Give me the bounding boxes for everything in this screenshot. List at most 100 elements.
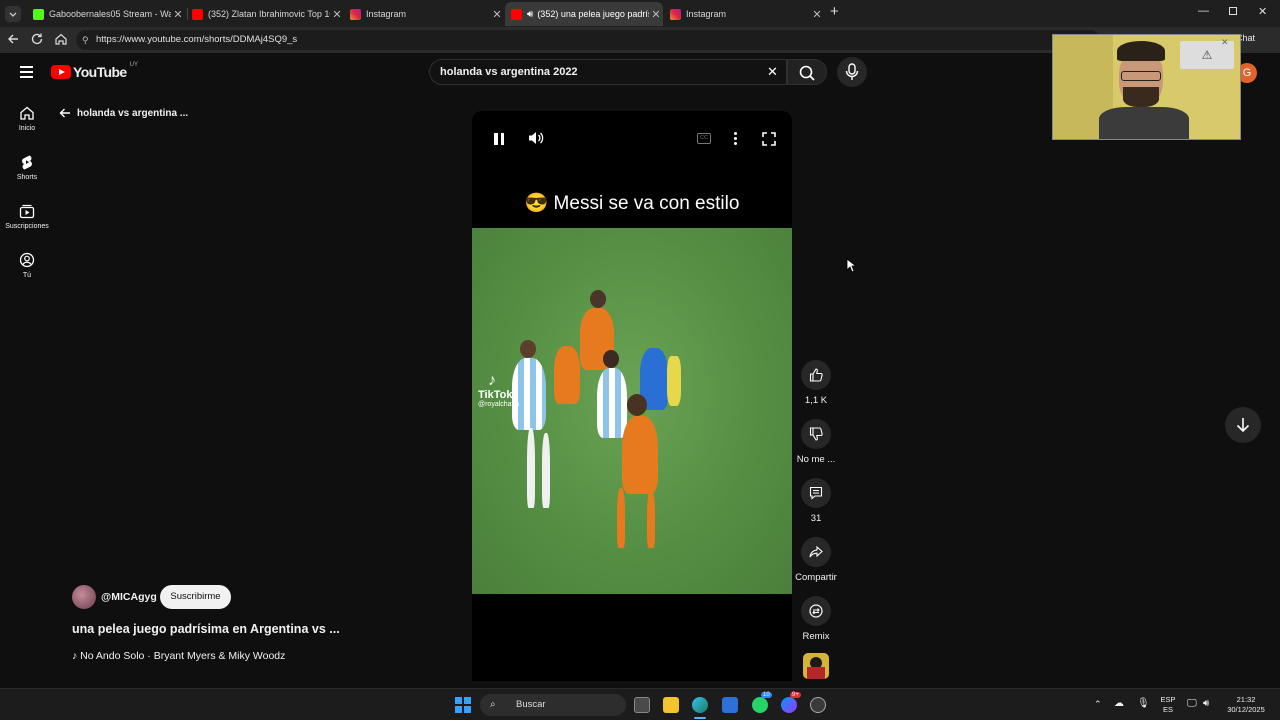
- home-browser-icon[interactable]: [54, 32, 68, 51]
- sound-text: No Ando Solo · Bryant Myers & Miky Woodz: [80, 650, 286, 662]
- close-tab-icon[interactable]: ✕: [490, 8, 504, 21]
- thumbs-down-icon: [809, 427, 823, 441]
- browser-tab-3[interactable]: Instagram ✕: [344, 2, 504, 26]
- channel-avatar[interactable]: [72, 585, 96, 609]
- share-icon: [809, 545, 823, 558]
- taskbar-search-input[interactable]: ⌕ Buscar: [480, 694, 626, 716]
- pause-icon[interactable]: [494, 133, 504, 145]
- windows-start-icon[interactable]: [455, 697, 471, 713]
- site-info-icon[interactable]: ⚲: [82, 30, 89, 50]
- home-icon: [20, 106, 34, 120]
- task-view-icon[interactable]: [634, 697, 650, 713]
- dislike-button[interactable]: No me ...: [794, 419, 838, 465]
- close-tab-icon[interactable]: ✕: [810, 8, 824, 21]
- browser-tab-1[interactable]: Gaboobernales05 Stream - Watch ✕: [27, 2, 185, 26]
- close-window-icon[interactable]: ✕: [1258, 5, 1267, 18]
- close-tab-icon[interactable]: ✕: [171, 8, 185, 21]
- player-figure: [597, 368, 627, 438]
- search-input[interactable]: holanda vs argentina 2022 ✕: [429, 59, 787, 85]
- share-label: Compartir: [795, 572, 837, 583]
- whatsapp-icon[interactable]: [752, 697, 768, 713]
- minimize-window-icon[interactable]: —: [1198, 5, 1209, 17]
- subscribe-button[interactable]: Suscribirme: [160, 585, 231, 609]
- network-tray-icon[interactable]: 🖵︎: [1187, 699, 1197, 709]
- hamburger-menu-icon[interactable]: [20, 66, 33, 78]
- new-tab-icon[interactable]: +: [830, 3, 839, 20]
- more-options-icon[interactable]: [734, 132, 738, 145]
- music-note-icon: ♪: [72, 650, 81, 662]
- youtube-logo[interactable]: YouTube UY: [51, 62, 138, 80]
- clock[interactable]: 21:32 30/12/2025: [1222, 695, 1270, 715]
- sidebar-label: Shorts: [16, 174, 38, 181]
- edge-browser-icon[interactable]: [692, 697, 708, 713]
- shorts-video-player[interactable]: CC 😎 Messi se va con estilo ♪ TikTok @ro…: [472, 111, 792, 681]
- onedrive-tray-icon[interactable]: ☁: [1114, 699, 1124, 709]
- language-indicator[interactable]: ESP ES: [1158, 695, 1178, 715]
- share-button[interactable]: Compartir: [794, 537, 838, 583]
- sidebar-label: Tú: [22, 272, 32, 279]
- volume-tray-icon[interactable]: 🔊︎: [1203, 699, 1209, 709]
- youtube-favicon-icon: [192, 8, 203, 20]
- fullscreen-icon[interactable]: [762, 132, 776, 151]
- messenger-badge: 9+: [790, 692, 801, 698]
- browser-tab-5[interactable]: Instagram ✕: [664, 2, 824, 26]
- back-icon[interactable]: [6, 32, 20, 51]
- clock-date: 30/12/2025: [1227, 705, 1265, 714]
- microphone-tray-icon[interactable]: 🎙︎: [1137, 699, 1150, 709]
- microsoft-store-icon[interactable]: [722, 697, 738, 713]
- player-figure: [527, 428, 535, 508]
- speaker-icon[interactable]: 🔊︎: [527, 9, 533, 20]
- comments-button[interactable]: 31: [794, 478, 838, 524]
- next-video-button[interactable]: [1225, 407, 1261, 443]
- sound-link[interactable]: ♪ No Ando Solo · Bryant Myers & Miky Woo…: [72, 650, 285, 662]
- player-figure: [617, 488, 625, 548]
- sidebar-item-tu[interactable]: Tú: [4, 252, 50, 279]
- remix-icon: [809, 604, 823, 618]
- comment-count: 31: [810, 513, 822, 524]
- address-bar[interactable]: ⚲ https://www.youtube.com/shorts/DDMAj4S…: [76, 30, 1100, 50]
- voice-search-button[interactable]: [837, 57, 867, 87]
- like-button[interactable]: 1,1 K: [794, 360, 838, 406]
- remix-label: Remix: [802, 631, 830, 642]
- tab-title: (352) Zlatan Ibrahimovic Top 10 G: [208, 9, 330, 19]
- tray-overflow-icon[interactable]: ⌃: [1094, 699, 1102, 709]
- tab-list-chevron-icon[interactable]: [5, 6, 21, 22]
- remix-button[interactable]: Remix: [794, 596, 838, 642]
- sidebar-item-inicio[interactable]: Inicio: [4, 105, 50, 132]
- reload-icon[interactable]: [30, 32, 44, 51]
- sidebar-item-suscripciones[interactable]: Suscripciones: [4, 203, 50, 230]
- comment-icon: [809, 486, 823, 500]
- sidebar-item-shorts[interactable]: Shorts: [4, 154, 50, 181]
- player-figure: [590, 290, 606, 308]
- glasses-icon: [1121, 71, 1161, 81]
- search-button[interactable]: [787, 59, 827, 85]
- browser-tab-2[interactable]: (352) Zlatan Ibrahimovic Top 10 G ✕: [186, 2, 344, 26]
- player-figure: [627, 394, 647, 416]
- volume-icon[interactable]: [527, 130, 545, 151]
- webcam-overlay: ⚠ ✕: [1052, 34, 1241, 140]
- windows-taskbar: ⌕ Buscar 10 9+ ⌃ ☁ 🎙︎ ESP ES 🖵︎ 🔊︎ 21:32…: [0, 688, 1280, 720]
- webcam-close-icon[interactable]: ✕: [1221, 37, 1229, 48]
- close-tab-icon[interactable]: ✕: [330, 8, 344, 21]
- tiktok-watermark: ♪ TikTok @royalchava: [478, 373, 519, 409]
- captions-icon[interactable]: CC: [697, 133, 711, 144]
- sidebar-label: Suscripciones: [5, 223, 49, 230]
- sidebar-label: Inicio: [18, 125, 36, 132]
- sound-thumbnail[interactable]: [803, 653, 829, 679]
- clear-search-icon[interactable]: ✕: [767, 60, 778, 84]
- obs-studio-icon[interactable]: [810, 697, 826, 713]
- close-tab-icon[interactable]: ✕: [649, 8, 663, 21]
- messenger-icon[interactable]: [781, 697, 797, 713]
- dislike-label: No me ...: [796, 454, 836, 465]
- channel-handle[interactable]: @MICAgyg: [101, 591, 157, 603]
- browser-tab-4-active[interactable]: 🔊︎ (352) una pelea juego padrísi ✕: [505, 2, 663, 26]
- back-label: holanda vs argentina ...: [77, 107, 189, 119]
- language-top: ESP: [1160, 695, 1176, 704]
- file-explorer-icon[interactable]: [663, 697, 679, 713]
- whatsapp-badge: 10: [761, 692, 772, 698]
- video-title[interactable]: una pelea juego padrísima en Argentina v…: [72, 622, 340, 636]
- player-figure: [667, 356, 681, 406]
- thumbs-up-icon: [809, 368, 823, 382]
- back-to-search-button[interactable]: holanda vs argentina ...: [58, 106, 188, 120]
- restore-window-icon[interactable]: [1229, 7, 1237, 15]
